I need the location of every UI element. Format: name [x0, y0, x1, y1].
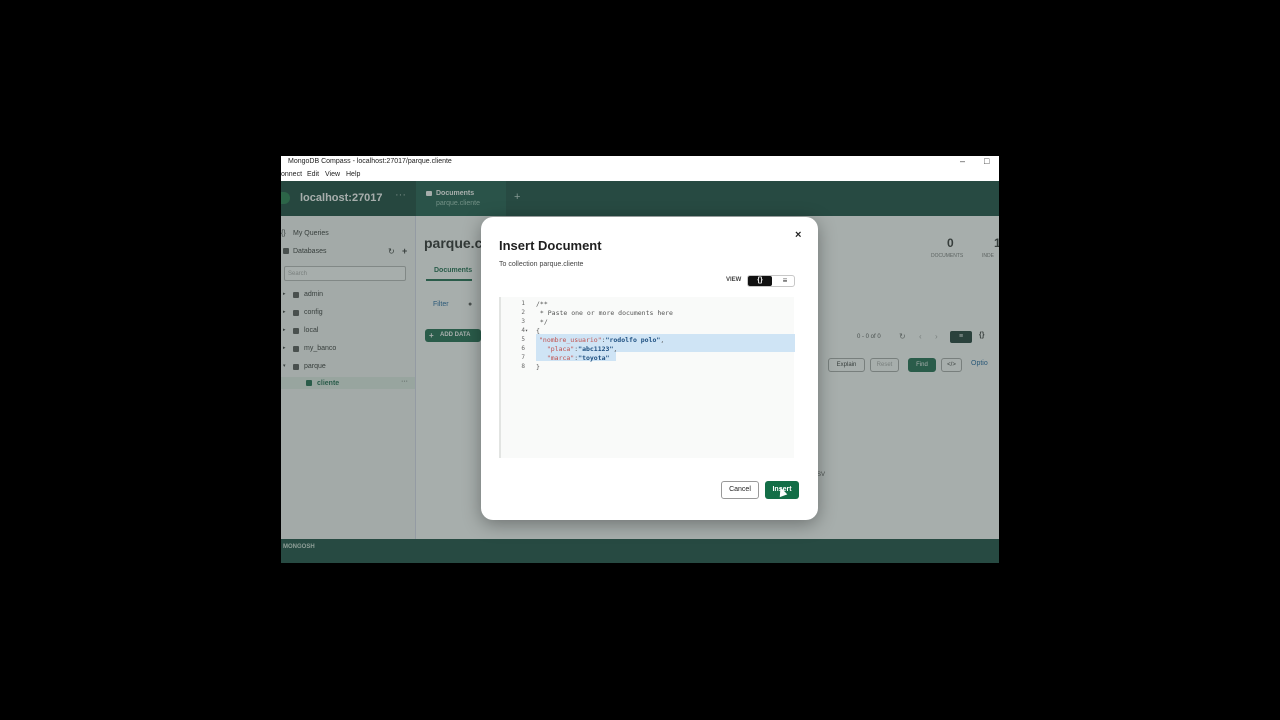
code-value: "abc1123"	[578, 345, 614, 353]
code-line: /**	[536, 300, 548, 308]
document-editor[interactable]: 1 /** 2 * Paste one or more documents he…	[499, 297, 795, 458]
line-number: 6	[521, 345, 525, 352]
modal-subtitle: To collection parque.cliente	[499, 261, 584, 268]
minimize-icon[interactable]: –	[960, 156, 965, 166]
maximize-icon[interactable]: □	[984, 156, 989, 166]
code-tail: ,	[613, 345, 618, 353]
line-number: 2	[521, 309, 525, 316]
code-value: "toyota"	[578, 354, 610, 362]
line-number: 4	[521, 327, 525, 334]
window-title: MongoDB Compass - localhost:27017/parque…	[288, 158, 452, 165]
code-line: * Paste one or more documents here	[536, 309, 673, 317]
view-toggle: {} ≡	[747, 275, 795, 287]
code-value: "rodolfo polo"	[605, 336, 661, 344]
menu-view[interactable]: View	[325, 171, 340, 178]
code-line: "placa":"abc1123",	[539, 345, 618, 353]
line-number: 8	[521, 363, 525, 370]
line-number: 1	[521, 300, 525, 307]
json-view-icon[interactable]: {}	[748, 276, 772, 286]
code-key: "nombre_usuario"	[539, 336, 602, 344]
line-number: 5	[521, 336, 525, 343]
insert-document-modal: Insert Document To collection parque.cli…	[481, 217, 818, 520]
cancel-button[interactable]: Cancel	[721, 481, 759, 499]
modal-title: Insert Document	[499, 238, 602, 253]
list-view-icon[interactable]: ≡	[776, 276, 794, 286]
menu-edit[interactable]: Edit	[307, 171, 319, 178]
line-number: 7	[521, 354, 525, 361]
view-label: VIEW	[726, 277, 742, 283]
code-key: "placa"	[539, 345, 575, 353]
menu-bar: onnect Edit View Help	[281, 169, 999, 181]
code-line: {	[536, 327, 540, 335]
code-key: "marca"	[539, 354, 575, 362]
close-icon[interactable]: ×	[795, 229, 801, 241]
menu-help[interactable]: Help	[346, 171, 360, 178]
title-bar: MongoDB Compass - localhost:27017/parque…	[281, 156, 999, 169]
menu-connect[interactable]: onnect	[281, 171, 302, 178]
code-line: */	[536, 318, 548, 326]
code-line: "nombre_usuario":"rodolfo polo",	[539, 336, 665, 344]
code-line: }	[536, 363, 540, 371]
code-tail: ,	[660, 336, 665, 344]
line-number: 3	[521, 318, 525, 325]
fold-chevron-icon[interactable]: ▾	[525, 328, 528, 334]
code-line: "marca":"toyota"	[539, 354, 610, 362]
